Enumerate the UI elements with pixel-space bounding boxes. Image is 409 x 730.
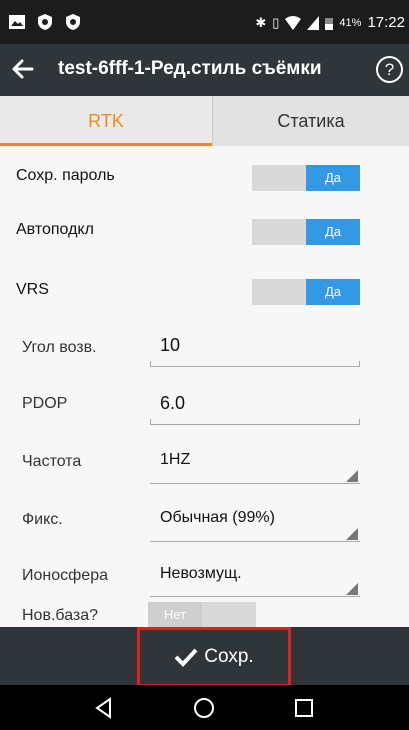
toggle-row-save-password: Сохр. пароль Да bbox=[0, 161, 409, 197]
switch-state: Да bbox=[306, 279, 360, 305]
vibrate-icon: ▯ bbox=[272, 14, 280, 30]
battery-percent: 41% bbox=[339, 16, 362, 29]
clock: 17:22 bbox=[367, 14, 405, 31]
save-button-label: Сохр. bbox=[204, 646, 254, 667]
ionosphere-select[interactable]: Невозмущ. bbox=[160, 565, 242, 583]
ionosphere-label: Ионосфера bbox=[22, 567, 108, 584]
save-highlight: Сохр. bbox=[137, 627, 291, 687]
tab-static[interactable]: Статика bbox=[212, 96, 409, 146]
new-base-switch[interactable]: Нет bbox=[148, 602, 256, 628]
dropdown-triangle-icon bbox=[346, 583, 358, 595]
fix-select[interactable]: Обычная (99%) bbox=[160, 509, 275, 527]
autoconnect-switch[interactable]: Да bbox=[252, 219, 360, 245]
save-password-switch[interactable]: Да bbox=[252, 165, 360, 191]
fix-underline bbox=[150, 541, 360, 542]
battery-icon bbox=[325, 17, 334, 30]
frequency-underline bbox=[150, 483, 360, 484]
switch-state: Да bbox=[306, 165, 360, 191]
bottom-action-bar: Сохр. bbox=[0, 627, 409, 687]
back-icon[interactable] bbox=[92, 696, 116, 720]
home-icon[interactable] bbox=[192, 696, 216, 720]
status-bar: ✱ ▯ 41% 17:22 bbox=[0, 0, 409, 44]
shield-icon bbox=[66, 14, 80, 30]
switch-state: Да bbox=[306, 219, 360, 245]
app-toolbar: test-6fff-1-Ред.стиль съёмки ? bbox=[0, 44, 409, 96]
signal-icon bbox=[307, 15, 320, 30]
new-base-label: Нов.база? bbox=[22, 607, 99, 624]
recents-icon[interactable] bbox=[292, 696, 316, 720]
wifi-icon bbox=[285, 15, 302, 30]
check-icon bbox=[174, 648, 198, 667]
shield-icon bbox=[38, 14, 52, 30]
elevation-label: Угол возв. bbox=[22, 339, 97, 356]
back-arrow-icon[interactable] bbox=[8, 54, 38, 84]
frequency-select[interactable]: 1HZ bbox=[160, 451, 190, 469]
bluetooth-icon: ✱ bbox=[255, 14, 267, 30]
toggle-row-vrs: VRS Да bbox=[0, 275, 409, 311]
switch-state: Нет bbox=[148, 602, 202, 628]
ionosphere-underline bbox=[150, 596, 360, 597]
save-button[interactable]: Сохр. bbox=[140, 630, 288, 684]
elevation-input-underline bbox=[150, 361, 360, 367]
settings-form: Сохр. пароль Да Автоподкл Да VRS Да Угол… bbox=[0, 147, 409, 628]
tab-rtk[interactable]: RTK bbox=[0, 96, 212, 146]
vrs-label: VRS bbox=[16, 281, 49, 298]
pdop-label: PDOP bbox=[22, 395, 68, 412]
vrs-switch[interactable]: Да bbox=[252, 279, 360, 305]
elevation-input[interactable]: 10 bbox=[160, 335, 180, 356]
pdop-input-underline bbox=[150, 419, 360, 425]
status-right: ✱ ▯ 41% 17:22 bbox=[255, 14, 405, 31]
image-icon bbox=[9, 15, 25, 29]
autoconnect-label: Автоподкл bbox=[16, 221, 94, 238]
fix-label: Фикс. bbox=[22, 511, 63, 528]
tab-bar: RTK Статика bbox=[0, 96, 409, 146]
status-left-icons bbox=[8, 13, 82, 31]
pdop-input[interactable]: 6.0 bbox=[160, 393, 185, 414]
system-nav-bar bbox=[0, 685, 409, 730]
toggle-row-autoconnect: Автоподкл Да bbox=[0, 215, 409, 251]
frequency-label: Частота bbox=[22, 453, 82, 470]
help-icon[interactable]: ? bbox=[376, 56, 403, 83]
dropdown-triangle-icon bbox=[346, 528, 358, 540]
dropdown-triangle-icon bbox=[346, 470, 358, 482]
save-password-label: Сохр. пароль bbox=[16, 167, 115, 184]
page-title: test-6fff-1-Ред.стиль съёмки bbox=[58, 58, 322, 79]
